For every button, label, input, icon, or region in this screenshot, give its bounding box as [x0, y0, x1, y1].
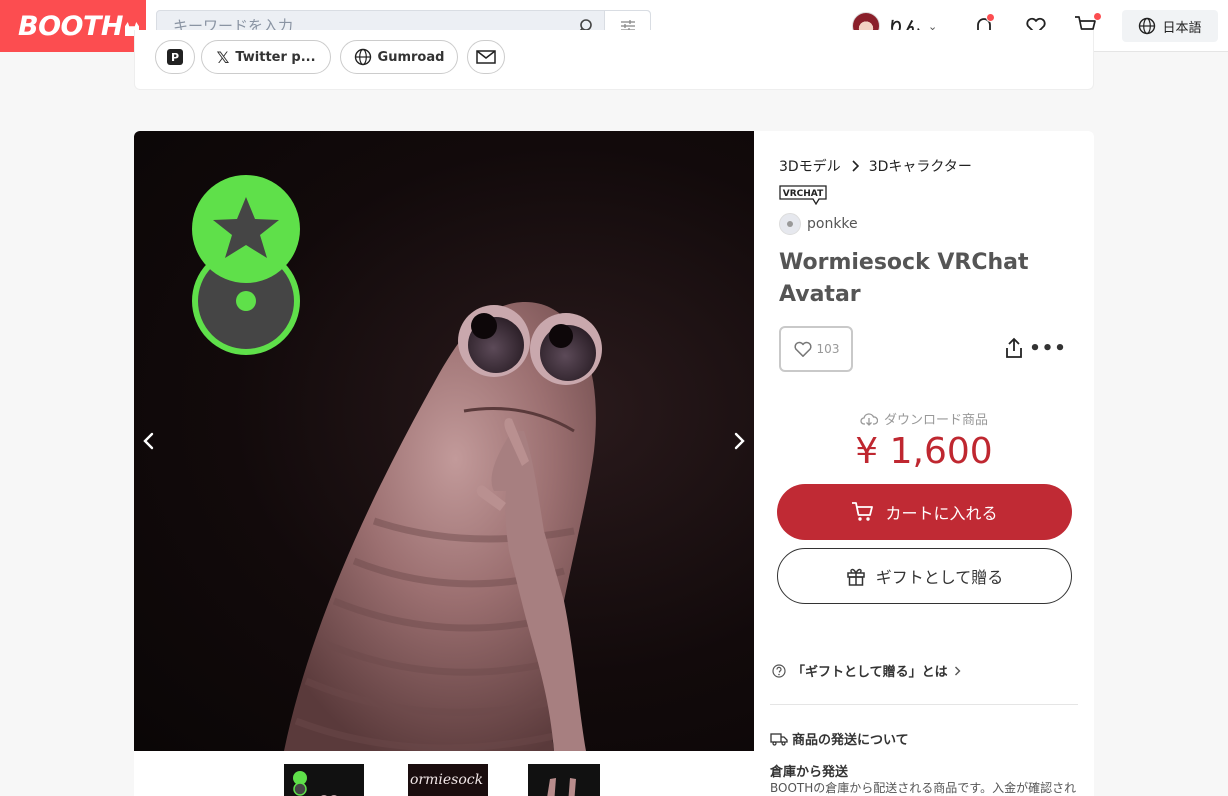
truck-icon — [770, 732, 788, 746]
prev-image-button[interactable] — [137, 429, 161, 453]
like-count: 103 — [816, 342, 840, 356]
breadcrumb-category[interactable]: 3Dモデル — [779, 156, 841, 176]
vrchat-badge-text: VRCHAT — [783, 189, 824, 199]
chevron-right-icon — [852, 160, 859, 172]
shipping-method: 倉庫から発送 — [770, 765, 849, 780]
shipping-description: BOOTHの倉庫から配送される商品です。入金が確認され — [770, 781, 1077, 795]
shop-link[interactable]: ponkke — [779, 213, 858, 235]
gumroad-link[interactable]: Gumroad — [340, 40, 458, 74]
notification-badge — [986, 13, 995, 22]
like-button[interactable]: 103 — [779, 326, 853, 372]
gift-label: ギフトとして贈る — [875, 568, 1004, 587]
cart-icon — [852, 502, 874, 521]
shop-name: ponkke — [807, 216, 858, 232]
vrchat-badge-graphic — [192, 175, 300, 355]
next-image-button[interactable] — [727, 429, 751, 453]
shop-avatar — [779, 213, 801, 235]
language-selector[interactable]: 日本語 — [1122, 10, 1218, 42]
breadcrumb: 3Dモデル 3Dキャラクター — [779, 156, 972, 176]
vrchat-badge: VRCHAT — [779, 185, 827, 206]
add-to-cart-label: カートに入れる — [885, 504, 998, 523]
question-circle-icon — [772, 663, 786, 678]
gift-button[interactable]: ギフトとして贈る — [777, 548, 1072, 604]
thumbnail-3[interactable] — [528, 764, 600, 796]
pixiv-icon: P — [167, 49, 183, 65]
cart-badge — [1093, 12, 1102, 21]
booth-logo[interactable]: BOOTH — [0, 0, 146, 52]
twitter-link-label: Twitter p... — [235, 49, 316, 65]
cloud-download-icon — [860, 412, 878, 426]
twitter-link[interactable]: 𝕏 Twitter p... — [201, 40, 331, 74]
envelope-icon — [476, 50, 496, 64]
gift-info-link[interactable]: 「ギフトとして贈る」とは — [772, 661, 961, 680]
x-logo-icon: 𝕏 — [216, 47, 230, 67]
svg-text:P: P — [171, 51, 179, 64]
wormiesock-render — [192, 175, 602, 751]
product-info-panel: 3Dモデル 3Dキャラクター VRCHAT ponkke Wormiesock … — [754, 131, 1094, 796]
shop-links-card: P 𝕏 Twitter p... Gumroad — [134, 30, 1094, 90]
more-options-button[interactable]: ••• — [1029, 336, 1066, 360]
product-title: Wormiesock VRChat Avatar — [779, 250, 1029, 307]
language-label: 日本語 — [1162, 20, 1202, 36]
share-icon — [1006, 337, 1022, 358]
product-card: ormiesock 3Dモデル 3Dキャラクター VRCHAT ponkke W… — [134, 131, 1094, 796]
breadcrumb-subcategory[interactable]: 3Dキャラクター — [869, 156, 972, 176]
thumbnail-caption: ormiesock — [410, 772, 483, 788]
download-product-label: ダウンロード商品 — [754, 409, 1094, 428]
thumbnail-2[interactable]: ormiesock — [408, 764, 488, 796]
share-button[interactable] — [1002, 336, 1026, 360]
globe-icon — [354, 48, 371, 66]
add-to-cart-button[interactable]: カートに入れる — [777, 484, 1072, 540]
product-price: ¥ 1,600 — [855, 431, 993, 472]
download-label-text: ダウンロード商品 — [883, 413, 988, 428]
heart-icon — [793, 341, 812, 357]
email-link[interactable] — [467, 40, 505, 74]
gift-info-text: 「ギフトとして贈る」とは — [792, 665, 948, 680]
gumroad-link-label: Gumroad — [377, 49, 445, 65]
shipping-heading: 商品の発送について — [770, 729, 909, 748]
shipping-title-text: 商品の発送について — [792, 733, 909, 748]
product-image[interactable] — [134, 131, 754, 751]
divider — [770, 704, 1078, 705]
chevron-left-icon — [143, 432, 154, 450]
chevron-right-icon — [954, 666, 961, 675]
chevron-right-icon — [734, 432, 745, 450]
globe-icon — [1139, 17, 1156, 35]
gift-icon — [846, 568, 865, 586]
thumbnail-strip: ormiesock — [134, 751, 754, 796]
ellipsis-icon: ••• — [1029, 337, 1067, 359]
thumbnail-1[interactable] — [284, 764, 364, 796]
pixiv-link[interactable]: P — [155, 40, 195, 74]
